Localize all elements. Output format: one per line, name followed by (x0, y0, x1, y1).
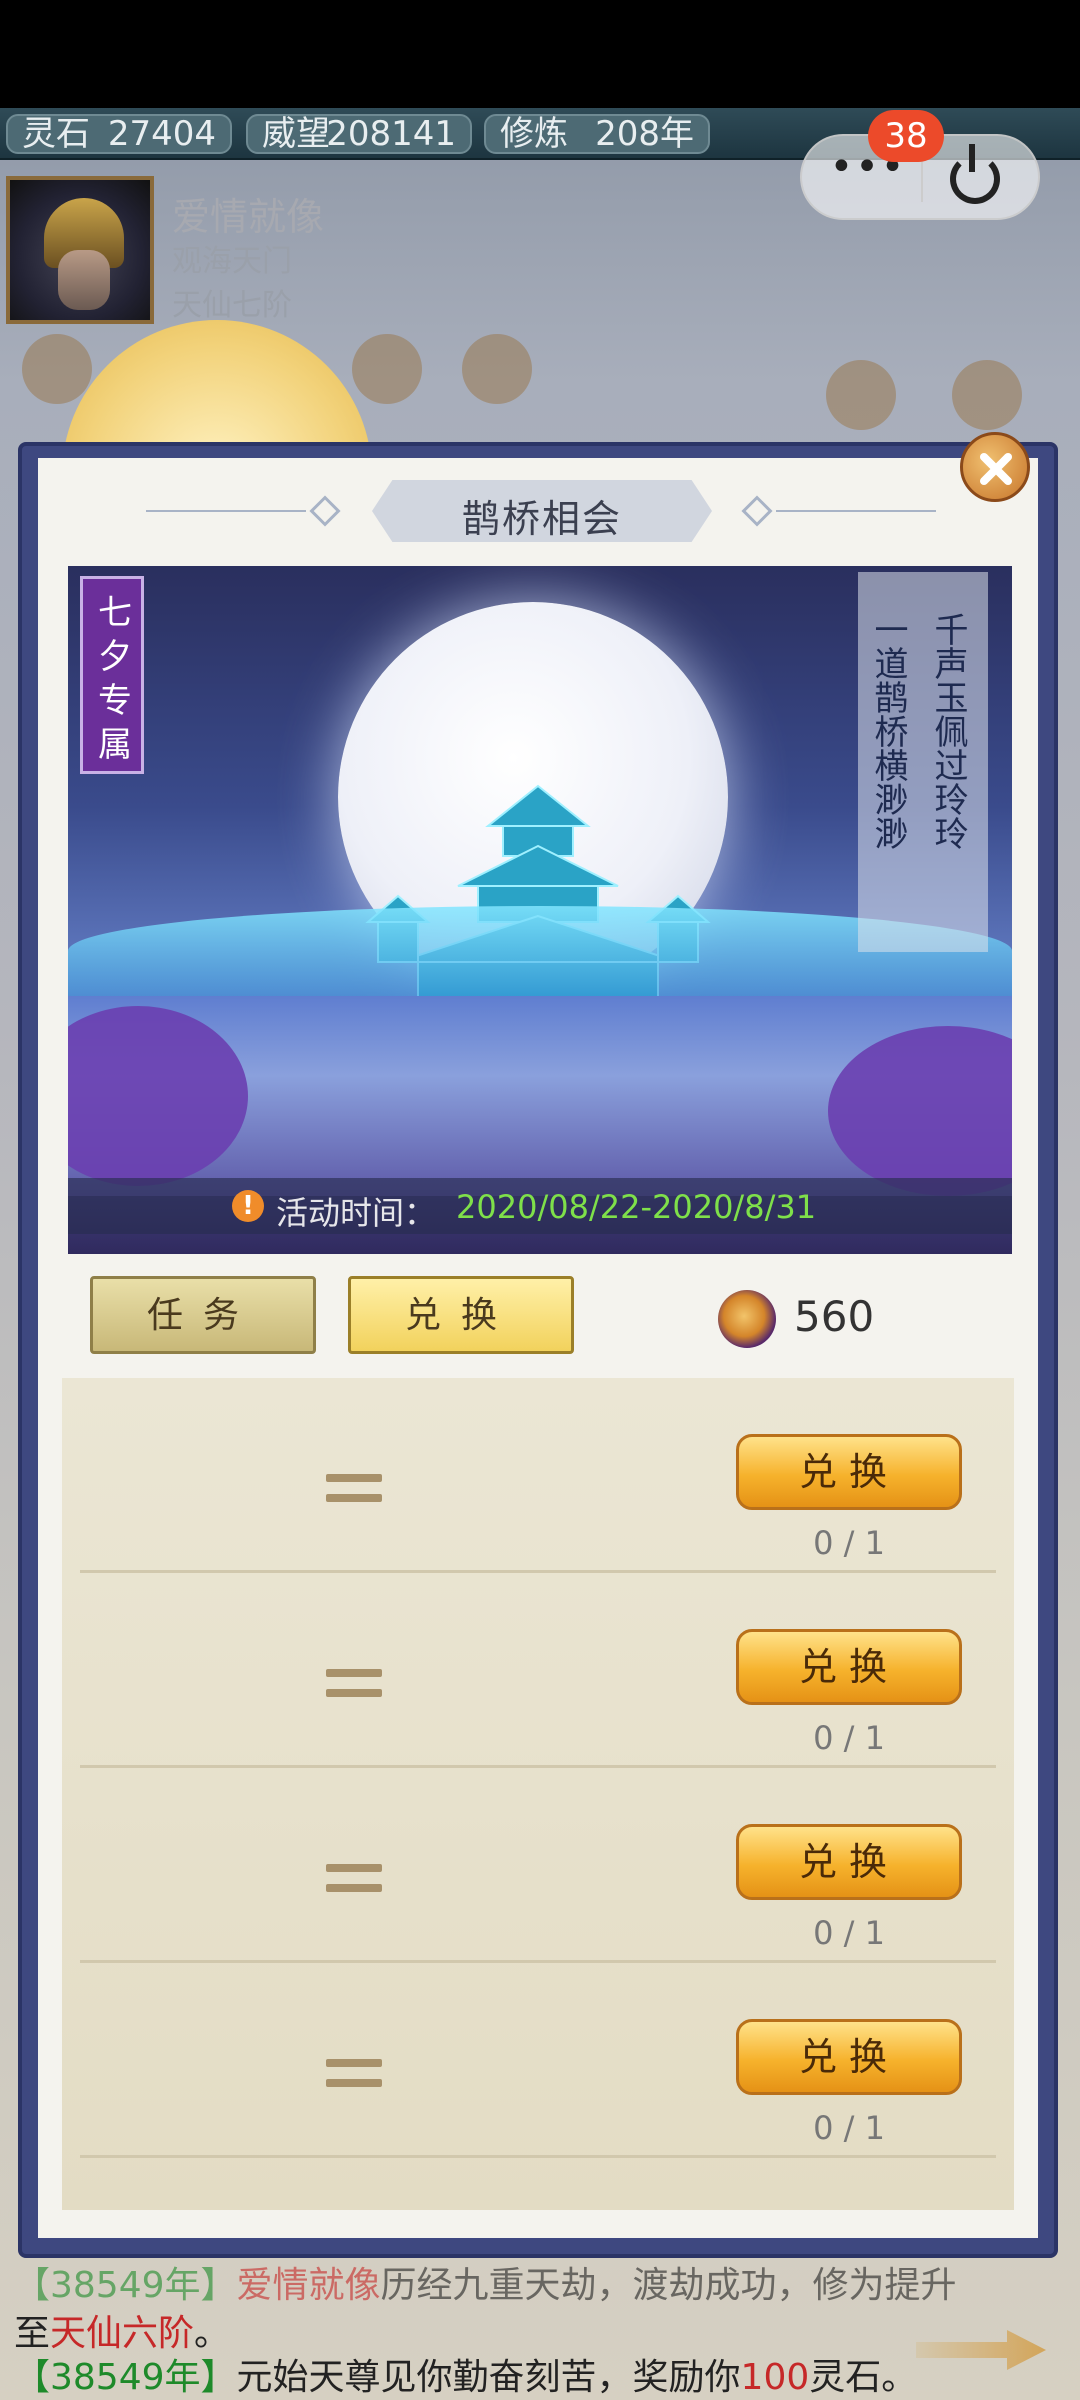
exchange-button[interactable]: 兑换 (736, 1629, 962, 1705)
title-diamond-left (309, 495, 341, 527)
title-diamond-right (741, 495, 773, 527)
title-line-left (146, 510, 306, 512)
exchange-button[interactable]: 兑换 (736, 1434, 962, 1510)
row-divider (80, 2155, 996, 2158)
log-line: 【38549年】爱情就像历经九重天劫，渡劫成功，修为提升 (14, 2256, 957, 2308)
notification-badge: 38 (868, 110, 944, 162)
tag-char: 夕 (98, 637, 132, 677)
log-line: 【38549年】元始天尊见你勤奋刻苦，奖励你100灵石。 (14, 2348, 917, 2400)
exchange-count: 0 / 1 (813, 1524, 885, 1562)
list-item: 兑换 0 / 1 (62, 1768, 1014, 1963)
avatar-face (58, 250, 110, 310)
dialog-title-bar: 鹊桥相会 (146, 478, 936, 544)
poem-line-right: 千声玉佩过玲玲 (928, 612, 980, 850)
tag-char: 专 (98, 681, 132, 721)
dialog-title: 鹊桥相会 (461, 497, 622, 541)
event-time-label: 活动时间： (276, 1194, 437, 1232)
title-line-right (776, 510, 936, 512)
activity-icon[interactable] (22, 334, 92, 404)
log-player-name: 爱情就像 (236, 2265, 381, 2306)
player-rank: 天仙七阶 (172, 288, 292, 323)
exchange-count: 0 / 1 (813, 2109, 885, 2147)
list-item: 兑换 0 / 1 (62, 1378, 1014, 1573)
list-item: 兑换 0 / 1 (62, 1963, 1014, 2158)
equals-icon (326, 2059, 382, 2087)
equals-icon (326, 1669, 382, 1697)
log-amount: 100 (740, 2357, 810, 2398)
log-text: 历经九重天劫，渡劫成功，修为提升 (380, 2265, 957, 2306)
tab-exchange[interactable]: 兑换 (348, 1276, 574, 1354)
player-sect: 观海天门 (172, 244, 292, 279)
power-icon[interactable] (950, 144, 1000, 204)
tag-text: 七 夕 专 属 (83, 591, 147, 767)
tab-task[interactable]: 任务 (90, 1276, 316, 1354)
player-avatar[interactable] (6, 176, 154, 324)
resource-label: 威望 (262, 114, 330, 154)
resource-value: 208年 (595, 114, 694, 154)
resource-value: 27404 (107, 114, 216, 154)
event-banner: 七 夕 专 属 千声玉佩过玲玲 一道鹊桥横渺渺 ! 活动时间： 2020/08/… (68, 566, 1012, 1254)
status-bar (0, 0, 1080, 108)
capsule-divider (921, 156, 923, 202)
event-time-value: 2020/08/22-2020/8/31 (456, 1188, 817, 1226)
qixi-exclusive-tag: 七 夕 专 属 (80, 576, 144, 774)
exchange-list: 兑换 0 / 1 兑换 0 / 1 兑换 0 / 1 兑换 0 / 1 (62, 1378, 1014, 2210)
app-root: 灵石 27404 威望 208141 修炼 208年 爱情就像 观海天门 天仙七… (0, 0, 1080, 2400)
event-icon[interactable] (952, 360, 1022, 430)
list-item: 兑换 0 / 1 (62, 1573, 1014, 1768)
log-text: 灵石。 (809, 2357, 918, 2398)
exchange-count: 0 / 1 (813, 1914, 885, 1952)
equals-icon (326, 1474, 382, 1502)
magpie-coin-icon (718, 1290, 776, 1348)
resource-xiulian: 修炼 208年 (484, 114, 710, 154)
tag-char: 七 (98, 593, 132, 633)
settings-icon[interactable] (462, 334, 532, 404)
poem-text: 千声玉佩过玲玲 (928, 612, 968, 850)
warning-icon: ! (232, 1190, 264, 1222)
resource-weiwang: 威望 208141 (246, 114, 472, 154)
equals-icon (326, 1864, 382, 1892)
resource-label: 修炼 (500, 114, 568, 154)
log-year: 【38549年】 (14, 2357, 237, 2398)
close-button[interactable] (960, 432, 1030, 502)
poem-line-left: 一道鹊桥横渺渺 (868, 612, 920, 850)
poem-text: 一道鹊桥横渺渺 (868, 612, 908, 850)
player-name: 爱情就像 (172, 195, 325, 239)
resource-lingshi: 灵石 27404 (6, 114, 232, 154)
city-icon[interactable] (352, 334, 422, 404)
exchange-count: 0 / 1 (813, 1719, 885, 1757)
log-year: 【38549年】 (14, 2265, 237, 2306)
exchange-button[interactable]: 兑换 (736, 1824, 962, 1900)
resource-value: 208141 (326, 114, 456, 154)
poem-scroll: 千声玉佩过玲玲 一道鹊桥横渺渺 (858, 572, 988, 952)
currency-amount: 560 (794, 1292, 875, 1341)
event-time-bar: ! 活动时间： 2020/08/22-2020/8/31 (68, 1178, 1012, 1234)
tag-char: 属 (98, 725, 132, 765)
resource-label: 灵石 (22, 114, 90, 154)
gift-icon[interactable] (826, 360, 896, 430)
exchange-button[interactable]: 兑换 (736, 2019, 962, 2095)
log-text: 元始天尊见你勤奋刻苦，奖励你 (236, 2357, 741, 2398)
